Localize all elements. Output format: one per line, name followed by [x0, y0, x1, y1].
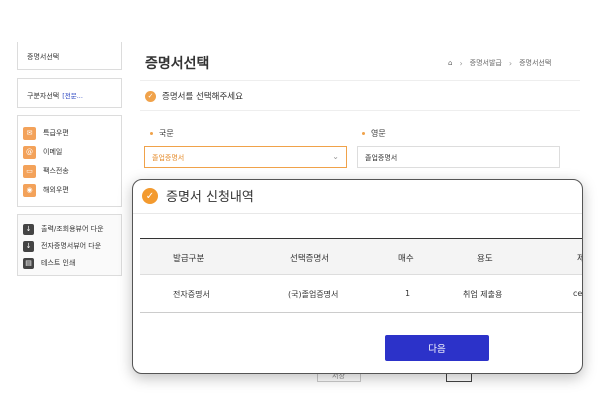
chevron-right-icon: › — [459, 58, 463, 68]
column-header: 발급구분 — [173, 254, 205, 264]
at-icon: @ — [23, 145, 36, 159]
page-title: 증명서선택 — [145, 56, 210, 72]
sidebar-item-label: 특급우편 — [43, 129, 69, 137]
globe-mail-icon: ◉ — [23, 183, 36, 197]
table-cell: 1 — [405, 289, 411, 298]
column-header: 제 — [577, 252, 582, 264]
table-cell: 전자증명서 — [173, 290, 210, 299]
column-header: 매수 — [398, 254, 414, 264]
breadcrumb-item[interactable]: 증명서발급 — [470, 58, 502, 68]
table-cell: ce — [573, 289, 583, 298]
gubun-value[interactable]: [전문... — [62, 92, 83, 100]
sidebar-item-label: 팩스전송 — [43, 167, 69, 175]
sidebar-item-e-viewer-download[interactable]: ↓ 전자증명서뷰어 다운 — [23, 239, 101, 253]
column-header: 선택증명서 — [290, 254, 330, 264]
sidebar-gubun-label: 구분자선택 [전문... — [27, 90, 83, 101]
english-label: 영문 — [362, 128, 386, 139]
table-row: 전자증명서 (국)졸업증명서 1 취업 제출용 ce — [140, 275, 583, 313]
divider — [140, 110, 580, 111]
bullet-icon — [150, 132, 153, 135]
divider — [140, 80, 580, 81]
korean-label: 국문 — [150, 128, 174, 139]
korean-label-text: 국문 — [159, 129, 174, 138]
printer-icon: ▤ — [23, 257, 34, 269]
page: 증명서선택 구분자선택 [전문... ✉ 특급우편 @ 이메일 ▭ 팩스전송 ◉ … — [0, 0, 600, 400]
modal-header: ✓ 증명서 신청내역 — [133, 180, 582, 214]
sidebar-item-email[interactable]: @ 이메일 — [23, 145, 62, 159]
sidebar-item-overseas-mail[interactable]: ◉ 해외우편 — [23, 183, 69, 197]
table-cell: 취업 제출용 — [463, 290, 503, 299]
sidebar-item-viewer-download[interactable]: ↓ 출력/조회용뷰어 다운 — [23, 222, 104, 236]
table-cell: (국)졸업증명서 — [288, 290, 339, 299]
sidebar-item-label: 테스트 인쇄 — [41, 259, 76, 267]
sidebar-item-express-mail[interactable]: ✉ 특급우편 — [23, 126, 69, 140]
bullet-icon — [362, 132, 365, 135]
notice: ✓ 증명서를 선택해주세요 — [145, 90, 243, 102]
english-label-text: 영문 — [371, 129, 386, 138]
mail-icon: ✉ — [23, 126, 36, 140]
check-circle-icon: ✓ — [142, 188, 158, 204]
english-cert-value: 졸업증명서 — [365, 154, 398, 162]
home-icon[interactable]: ⌂ — [448, 59, 452, 67]
sidebar-item-label: 전자증명서뷰어 다운 — [41, 242, 102, 250]
chevron-down-icon: ⌄ — [332, 152, 339, 161]
sidebar-item-test-print[interactable]: ▤ 테스트 인쇄 — [23, 256, 75, 270]
gubun-label-text: 구분자선택 — [27, 92, 60, 100]
fax-icon: ▭ — [23, 164, 36, 178]
sidebar-item-fax[interactable]: ▭ 팩스전송 — [23, 164, 69, 178]
sidebar-item-label: 출력/조회용뷰어 다운 — [41, 225, 104, 233]
sidebar-cert-select-label: 증명서선택 — [27, 53, 60, 61]
sidebar-download-menu: ↓ 출력/조회용뷰어 다운 ↓ 전자증명서뷰어 다운 ▤ 테스트 인쇄 — [17, 214, 122, 276]
table-header: 발급구분 선택증명서 매수 용도 제 — [140, 238, 582, 275]
sidebar-item-label: 이메일 — [43, 148, 63, 156]
modal-title: 증명서 신청내역 — [166, 190, 254, 205]
breadcrumb: ⌂ › 증명서발급 › 증명서선택 — [448, 58, 551, 68]
chevron-right-icon: › — [508, 58, 513, 68]
sidebar-cert-select[interactable]: 증명서선택 — [17, 42, 122, 70]
english-cert-field[interactable]: 졸업증명서 — [357, 146, 560, 168]
sidebar-delivery-menu: ✉ 특급우편 @ 이메일 ▭ 팩스전송 ◉ 해외우편 — [17, 115, 122, 207]
sidebar-item-label: 해외우편 — [43, 186, 69, 194]
next-button[interactable]: 다음 — [385, 335, 489, 361]
check-circle-icon: ✓ — [145, 90, 156, 102]
korean-cert-select[interactable]: 졸업증명서 ⌄ — [144, 146, 347, 168]
download-icon: ↓ — [23, 240, 34, 252]
column-header: 용도 — [477, 254, 493, 264]
breadcrumb-item: 증명서선택 — [519, 59, 552, 67]
download-icon: ↓ — [23, 223, 34, 235]
notice-text: 증명서를 선택해주세요 — [162, 92, 243, 102]
sidebar-gubun-select[interactable]: 구분자선택 [전문... — [17, 78, 122, 108]
korean-cert-select-value: 졸업증명서 — [152, 154, 185, 162]
application-modal: ✓ 증명서 신청내역 발급구분 선택증명서 매수 용도 제 전자증명서 (국)졸… — [132, 179, 583, 374]
